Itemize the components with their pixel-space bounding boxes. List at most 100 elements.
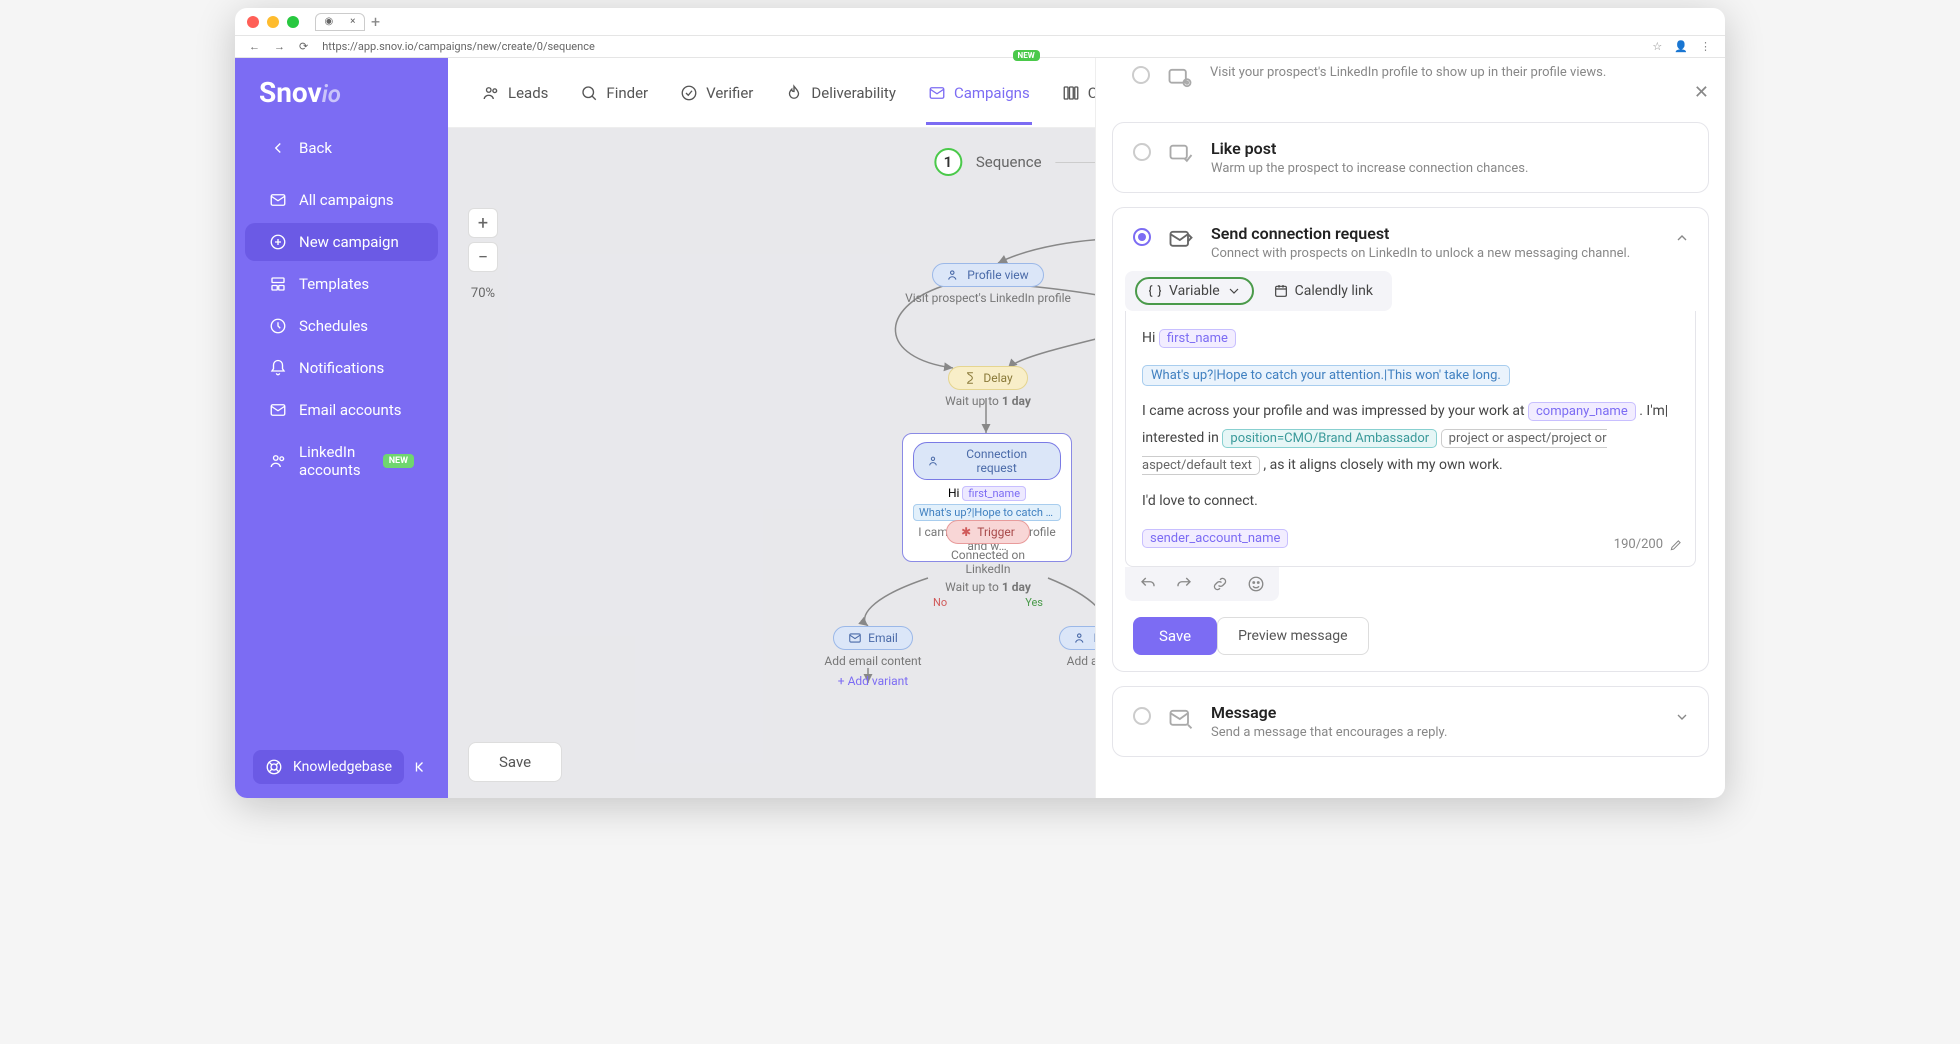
collapse-sidebar-icon[interactable]	[412, 758, 430, 776]
mac-zoom-icon[interactable]	[287, 16, 299, 28]
mac-close-icon[interactable]	[247, 16, 259, 28]
new-badge: NEW	[1013, 50, 1040, 61]
topnav-finder[interactable]: Finder	[578, 62, 650, 124]
node-email[interactable]: Email Add email content + Add variant	[808, 626, 938, 688]
topnav-label: Deliverability	[811, 84, 896, 102]
option-title: Like post	[1211, 139, 1688, 158]
text: Hi	[1142, 330, 1159, 346]
conditional-chip[interactable]: position=CMO/Brand Ambassador	[1222, 429, 1437, 448]
step-1-number[interactable]: 1	[934, 148, 962, 176]
calendly-link-button[interactable]: Calendly link	[1264, 278, 1382, 304]
add-variant-button[interactable]: + Add variant	[808, 674, 938, 688]
topnav-campaigns[interactable]: Campaigns NEW	[926, 62, 1032, 124]
bell-icon	[269, 359, 287, 377]
node-title: Profile view	[967, 268, 1028, 282]
sidebar-item-schedules[interactable]: Schedules	[245, 307, 438, 345]
star-icon[interactable]: ☆	[1652, 40, 1662, 53]
variable-first-name[interactable]: first_name	[1159, 329, 1236, 348]
option-title: Message	[1211, 703, 1688, 722]
url-text[interactable]: https://app.snov.io/campaigns/new/create…	[322, 40, 1638, 53]
menu-icon[interactable]: ⋮	[1700, 40, 1711, 53]
asterisk-icon: ✱	[961, 525, 971, 539]
main-area: Leads Finder Verifier Deliverability Cam…	[448, 58, 1725, 798]
browser-tab[interactable]: ◉ ×	[315, 13, 365, 31]
redo-icon[interactable]	[1175, 575, 1193, 593]
variable-sender[interactable]: sender_account_name	[1142, 529, 1288, 548]
zoom-in-button[interactable]: +	[468, 208, 498, 238]
node-subtitle-bold: 1 day	[1002, 580, 1031, 594]
knowledgebase-label: Knowledgebase	[293, 759, 392, 775]
message-editor[interactable]: Hi first_name What's up?|Hope to catch y…	[1125, 311, 1696, 567]
node-profile-view[interactable]: Profile view Visit prospect's LinkedIn p…	[898, 263, 1078, 305]
radio-connection[interactable]	[1133, 228, 1151, 246]
variable-dropdown[interactable]: Variable	[1135, 277, 1254, 305]
search-icon	[580, 84, 598, 102]
node-delay[interactable]: Delay Wait up to 1 day	[938, 366, 1038, 408]
message-icon	[1167, 705, 1195, 733]
text: I'd love to connect.	[1142, 488, 1679, 515]
emoji-icon[interactable]	[1247, 575, 1265, 593]
nav-forward-icon[interactable]: →	[274, 40, 285, 53]
sidebar-item-templates[interactable]: Templates	[245, 265, 438, 303]
link-icon[interactable]	[1211, 575, 1229, 593]
topnav-label: Finder	[606, 84, 648, 102]
chevron-up-icon[interactable]	[1674, 230, 1690, 246]
option-subtitle: Visit your prospect's LinkedIn profile t…	[1210, 65, 1689, 80]
mac-minimize-icon[interactable]	[267, 16, 279, 28]
user-icon[interactable]: 👤	[1674, 40, 1688, 53]
variable-company-name[interactable]: company_name	[1528, 402, 1636, 421]
zoom-out-button[interactable]: −	[468, 242, 498, 272]
undo-icon[interactable]	[1139, 575, 1157, 593]
panel-option-message[interactable]: Message Send a message that encourages a…	[1112, 686, 1709, 757]
sidebar-back-label: Back	[299, 139, 332, 157]
node-title: Trigger	[977, 525, 1015, 539]
mail-icon	[269, 191, 287, 209]
radio-like[interactable]	[1133, 143, 1151, 161]
sidebar-back[interactable]: Back	[245, 129, 438, 167]
users-icon	[947, 268, 961, 282]
node-subtitle: Connected on LinkedIn	[933, 548, 1043, 576]
topnav-label: Campaigns	[954, 84, 1030, 102]
chevron-down-icon	[1226, 283, 1242, 299]
sidebar-item-email-accounts[interactable]: Email accounts	[245, 391, 438, 429]
mail-icon	[848, 631, 862, 645]
node-title: Email	[868, 631, 898, 645]
radio-visit[interactable]	[1132, 66, 1150, 84]
topnav-leads[interactable]: Leads	[480, 62, 550, 124]
calendly-label: Calendly link	[1295, 283, 1373, 299]
sidebar-item-new-campaign[interactable]: New campaign	[245, 223, 438, 261]
like-post-icon	[1167, 141, 1195, 169]
eye-mail-icon	[1166, 64, 1194, 92]
sidebar-item-label: All campaigns	[299, 191, 394, 209]
chevron-down-icon[interactable]	[1674, 709, 1690, 725]
panel-option-like-post[interactable]: Like post Warm up the prospect to increa…	[1112, 122, 1709, 193]
users-icon	[269, 452, 287, 470]
text: I came across your profile and was impre…	[1142, 403, 1528, 419]
canvas-save-button[interactable]: Save	[468, 742, 562, 782]
spintax-block[interactable]: What's up?|Hope to catch your attention.…	[1142, 365, 1510, 386]
sidebar-item-linkedin-accounts[interactable]: LinkedIn accounts NEW	[245, 433, 438, 489]
tab-close-icon[interactable]: ×	[350, 16, 355, 27]
sidebar-item-all-campaigns[interactable]: All campaigns	[245, 181, 438, 219]
sidebar-item-label: Email accounts	[299, 401, 401, 419]
preview-message-button[interactable]: Preview message	[1217, 617, 1368, 655]
nav-back-icon[interactable]: ←	[249, 40, 260, 53]
pencil-icon[interactable]	[1669, 538, 1683, 552]
node-trigger[interactable]: ✱Trigger Connected on LinkedIn Wait up t…	[933, 520, 1043, 609]
new-tab-button[interactable]: +	[371, 12, 380, 31]
sidebar-item-label: Notifications	[299, 359, 384, 377]
topnav-verifier[interactable]: Verifier	[678, 62, 755, 124]
mac-titlebar: ◉ × +	[235, 8, 1725, 36]
panel-option-visit[interactable]: Visit your prospect's LinkedIn profile t…	[1112, 62, 1709, 108]
zoom-controls: + − 70%	[468, 208, 498, 301]
sidebar-item-notifications[interactable]: Notifications	[245, 349, 438, 387]
flame-icon	[785, 84, 803, 102]
panel-save-button[interactable]: Save	[1133, 617, 1217, 655]
topnav-deliverability[interactable]: Deliverability	[783, 62, 898, 124]
logo: Snovio	[235, 58, 448, 127]
topnav-label: Leads	[508, 84, 548, 102]
radio-message[interactable]	[1133, 707, 1151, 725]
nav-reload-icon[interactable]: ⟳	[299, 40, 308, 53]
sidebar-knowledgebase[interactable]: Knowledgebase	[253, 750, 404, 784]
users-icon	[482, 84, 500, 102]
